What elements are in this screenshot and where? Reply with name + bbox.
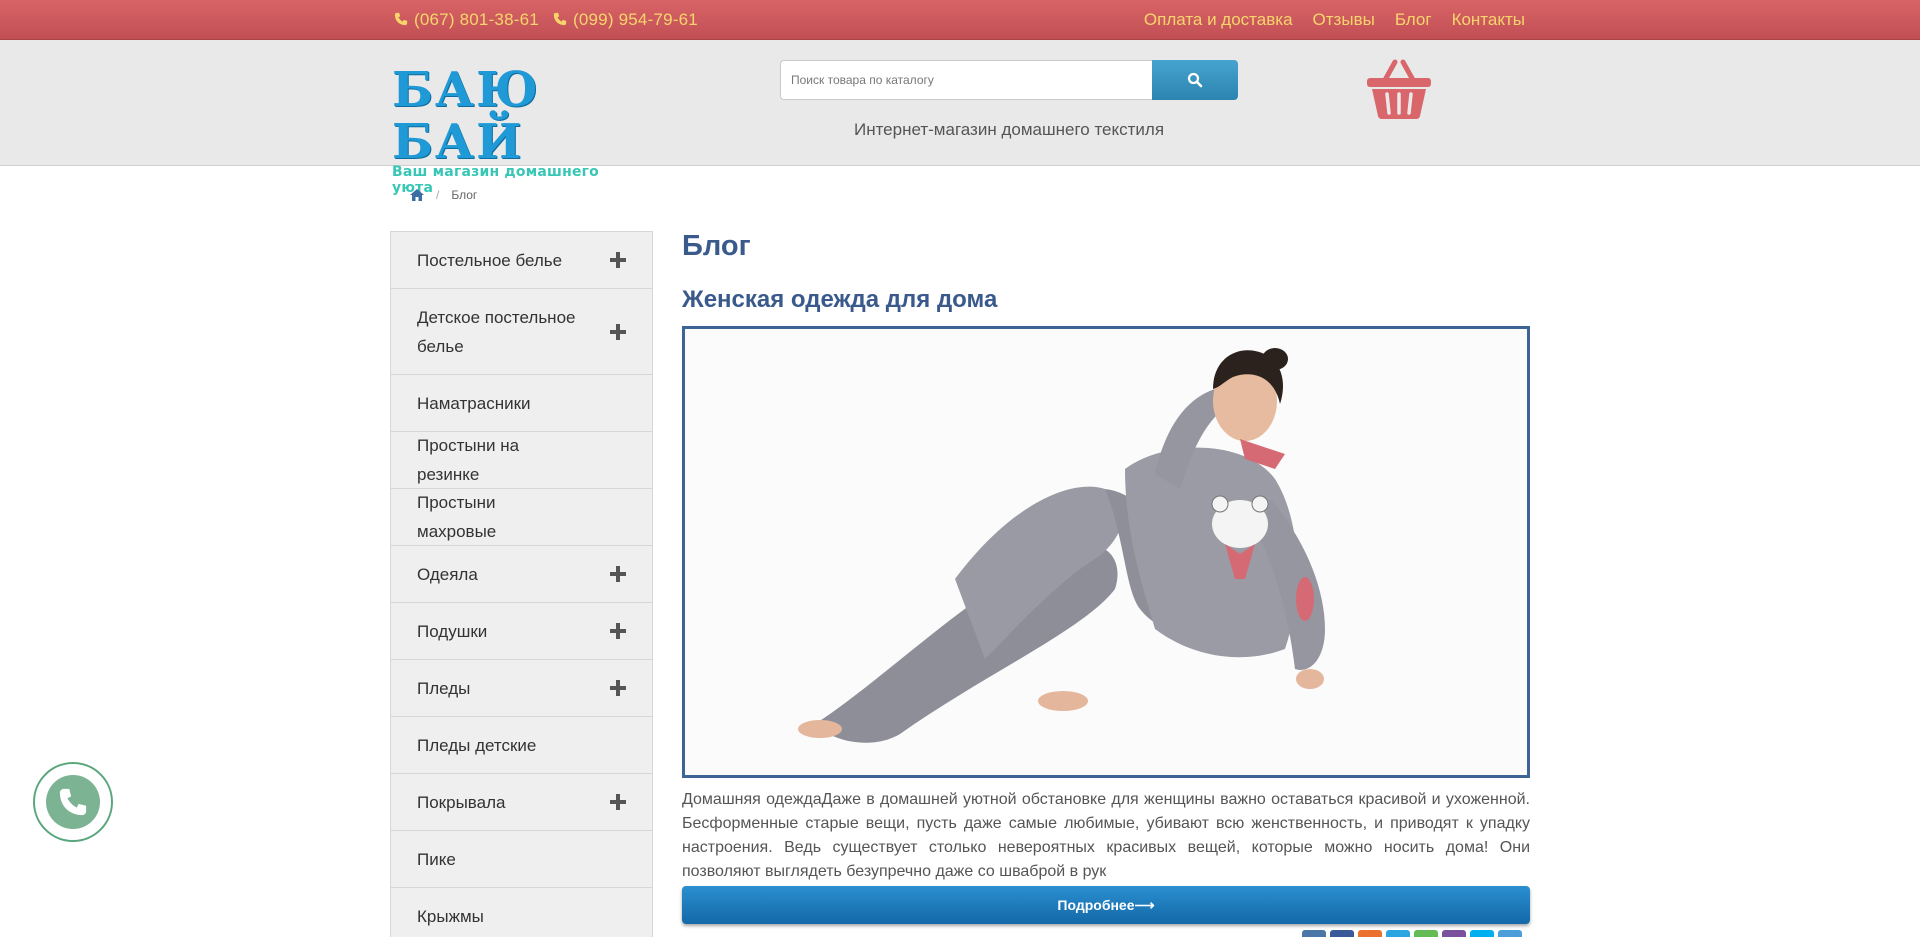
sidebar-item-kryzhmy[interactable]: Крыжмы [391, 888, 652, 937]
sidebar-item-label: Постельное белье [417, 250, 563, 270]
plus-icon[interactable] [610, 680, 626, 696]
header: БАЮ БАЙ Ваш магазин домашнего уюта Интер… [0, 40, 1920, 196]
plus-icon[interactable] [610, 794, 626, 810]
article-title[interactable]: Женская одежда для дома [682, 284, 1530, 316]
phone-handset-icon [59, 788, 87, 816]
callback-button-inner [46, 775, 100, 829]
sidebar-item-kids-plaids[interactable]: Пледы детские [391, 717, 652, 774]
sidebar-item-label: Простыни на резинке [417, 436, 520, 484]
plus-icon[interactable] [610, 623, 626, 639]
phone-2[interactable]: (099) 954-79-61 [553, 10, 698, 30]
share-ok-icon[interactable] [1358, 930, 1382, 937]
top-nav: Оплата и доставка Отзывы Блог Контакты [1144, 10, 1525, 30]
logo[interactable]: БАЮ БАЙ Ваш магазин домашнего уюта [392, 64, 637, 196]
main-content: Блог Женская одежда для дома Домашняя од… [682, 226, 1530, 924]
nav-reviews[interactable]: Отзывы [1313, 10, 1375, 30]
sidebar-item-bedding[interactable]: Постельное белье [391, 232, 652, 289]
woman-in-loungewear-image [685, 329, 1527, 775]
phone-icon [553, 12, 567, 26]
page-title: Блог [682, 230, 751, 262]
sidebar-item-label: Крыжмы [417, 906, 484, 926]
sidebar-item-kids-bedding[interactable]: Детское постельное белье [391, 289, 652, 375]
sidebar-item-label: Одеяла [417, 564, 478, 584]
share-buttons [1302, 930, 1522, 937]
basket-icon [1367, 59, 1431, 119]
breadcrumb-current: Блог [451, 188, 478, 202]
sidebar-item-label: Пледы [417, 678, 471, 698]
sidebar-item-label: Пике [417, 849, 456, 869]
phone-2-text: (099) 954-79-61 [573, 10, 698, 29]
phone-1-text: (067) 801-38-61 [414, 10, 539, 29]
sidebar-item-mattress-covers[interactable]: Наматрасники [391, 375, 652, 432]
search-bar [780, 60, 1238, 100]
share-vk-icon[interactable] [1302, 930, 1326, 937]
home-icon[interactable] [410, 189, 424, 201]
search-input[interactable] [780, 60, 1152, 100]
phone-icon [394, 12, 408, 26]
sidebar-item-plaids[interactable]: Пледы [391, 660, 652, 717]
read-more-button[interactable]: Подробнее⟶ [682, 886, 1530, 924]
sidebar-item-terry-sheets[interactable]: Простыни махровые [391, 489, 652, 546]
article-excerpt: Домашняя одеждаДаже в домашней уютной об… [682, 791, 1530, 880]
sidebar-item-fitted-sheets[interactable]: Простыни на резинке [391, 432, 652, 489]
sidebar-item-label: Наматрасники [417, 393, 531, 413]
search-button[interactable] [1152, 60, 1238, 100]
cart-button[interactable] [1365, 58, 1433, 120]
sidebar-item-label: Пледы детские [417, 735, 537, 755]
sidebar-item-label: Простыни махровые [417, 493, 497, 541]
share-telegram-icon[interactable] [1386, 930, 1410, 937]
sidebar-item-blankets[interactable]: Одеяла [391, 546, 652, 603]
logo-title: БАЮ БАЙ [392, 62, 540, 170]
sidebar-item-label: Детское постельное белье [417, 307, 576, 356]
sidebar-item-bedspreads[interactable]: Покрывала [391, 774, 652, 831]
sidebar-item-pillows[interactable]: Подушки [391, 603, 652, 660]
category-sidebar: Постельное белье Детское постельное бель… [390, 231, 653, 937]
plus-icon[interactable] [610, 252, 626, 268]
sidebar-item-label: Подушки [417, 621, 488, 641]
nav-blog[interactable]: Блог [1395, 10, 1432, 30]
search-icon [1187, 72, 1203, 88]
top-bar: (067) 801-38-61 (099) 954-79-61 Оплата и… [0, 0, 1920, 40]
breadcrumb-separator: / [436, 188, 440, 202]
share-viber-icon[interactable] [1442, 930, 1466, 937]
plus-icon[interactable] [610, 566, 626, 582]
breadcrumb: / Блог [410, 188, 477, 202]
article-image[interactable] [682, 326, 1530, 778]
share-facebook-icon[interactable] [1330, 930, 1354, 937]
plus-icon[interactable] [610, 323, 626, 340]
share-whatsapp-icon[interactable] [1414, 930, 1438, 937]
share-skype-icon[interactable] [1470, 930, 1494, 937]
nav-contacts[interactable]: Контакты [1452, 10, 1525, 30]
sidebar-item-label: Покрывала [417, 792, 506, 812]
callback-button[interactable] [33, 762, 113, 842]
tagline: Интернет-магазин домашнего текстиля [853, 120, 1165, 139]
nav-delivery[interactable]: Оплата и доставка [1144, 10, 1293, 30]
sidebar-item-pique[interactable]: Пике [391, 831, 652, 888]
phone-1[interactable]: (067) 801-38-61 [394, 10, 539, 30]
share-twitter-icon[interactable] [1498, 930, 1522, 937]
